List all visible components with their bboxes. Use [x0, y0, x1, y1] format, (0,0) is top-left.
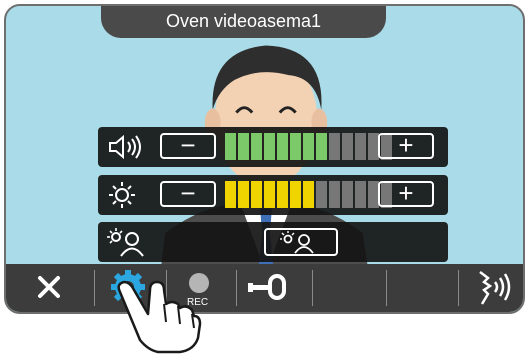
level-segment	[342, 133, 353, 160]
pointing-hand-icon	[117, 280, 202, 354]
monitor-screen: Oven videoasema1 − + − + REC	[4, 4, 525, 314]
backlight-control	[98, 222, 448, 262]
level-segment	[290, 133, 301, 160]
backlight-toggle-button[interactable]	[264, 228, 338, 256]
talk-icon[interactable]	[462, 264, 525, 312]
level-segment	[329, 133, 340, 160]
key-icon[interactable]	[240, 264, 310, 312]
level-segment	[238, 133, 249, 160]
level-segment	[303, 133, 314, 160]
volume-control: − +	[98, 127, 448, 167]
volume-down-button[interactable]: −	[160, 132, 216, 159]
level-segment	[264, 133, 275, 160]
toolbar-divider	[94, 270, 95, 306]
level-segment	[251, 133, 262, 160]
level-segment	[264, 181, 275, 208]
level-segment	[303, 181, 314, 208]
level-segment	[238, 181, 249, 208]
close-icon[interactable]	[6, 264, 91, 312]
level-segment	[316, 133, 327, 160]
brightness-down-button[interactable]: −	[160, 180, 216, 207]
backlight-icon	[280, 231, 314, 254]
toolbar-divider	[458, 270, 459, 306]
toolbar-divider	[236, 270, 237, 306]
level-segment	[251, 181, 262, 208]
sun-icon	[109, 182, 135, 208]
toolbar-divider	[386, 270, 387, 306]
level-segment	[355, 181, 366, 208]
brightness-control: − +	[98, 175, 448, 215]
level-segment	[277, 181, 288, 208]
level-segment	[290, 181, 301, 208]
level-segment	[277, 133, 288, 160]
speaker-icon	[109, 134, 141, 160]
volume-level-meter	[225, 133, 392, 160]
level-segment	[355, 133, 366, 160]
bottom-toolbar: REC	[6, 264, 523, 312]
volume-up-button[interactable]: +	[378, 132, 434, 159]
toolbar-divider	[312, 270, 313, 306]
level-segment	[342, 181, 353, 208]
level-segment	[316, 181, 327, 208]
level-segment	[225, 133, 236, 160]
level-segment	[329, 181, 340, 208]
backlight-icon	[107, 228, 144, 257]
level-segment	[225, 181, 236, 208]
brightness-level-meter	[225, 181, 392, 208]
brightness-up-button[interactable]: +	[378, 180, 434, 207]
station-title: Oven videoasema1	[101, 6, 386, 38]
